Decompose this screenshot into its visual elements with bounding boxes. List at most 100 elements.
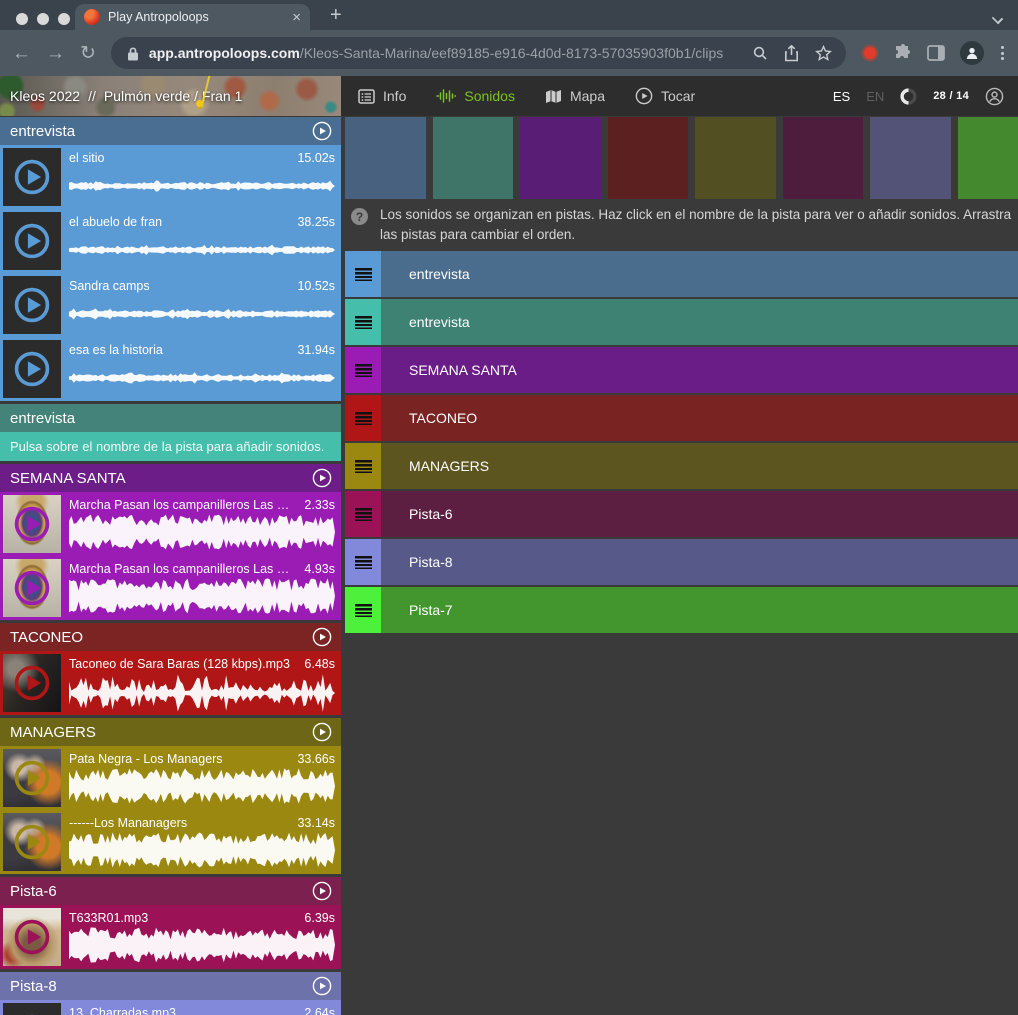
track-swatch[interactable]: [695, 117, 776, 199]
drag-handle[interactable]: [345, 539, 381, 585]
lang-es-button[interactable]: ES: [833, 89, 850, 104]
profile-avatar[interactable]: [960, 41, 984, 65]
track-row-label[interactable]: TACONEO: [381, 395, 1018, 441]
drag-handle[interactable]: [345, 251, 381, 297]
clip-play-icon[interactable]: [12, 917, 52, 957]
clip-play-icon[interactable]: [12, 221, 52, 261]
side-panel-icon[interactable]: [927, 45, 945, 61]
track-row[interactable]: entrevista: [345, 251, 1018, 297]
track-row[interactable]: Pista-8: [345, 539, 1018, 585]
track-header[interactable]: TACONEO: [0, 623, 341, 651]
clip-body: el abuelo de fran38.25s: [64, 209, 341, 273]
track-row-label[interactable]: entrevista: [381, 299, 1018, 345]
track-swatch[interactable]: [783, 117, 864, 199]
track-header[interactable]: MANAGERS: [0, 718, 341, 746]
track-header[interactable]: entrevista: [0, 117, 341, 145]
track-header[interactable]: SEMANA SANTA: [0, 464, 341, 492]
track-play-icon[interactable]: [312, 881, 332, 901]
recording-indicator-icon[interactable]: [864, 47, 876, 59]
chevron-down-icon[interactable]: [992, 13, 1003, 24]
clip-item[interactable]: el sitio15.02s: [0, 145, 341, 209]
track-swatch[interactable]: [433, 117, 514, 199]
track-row-label[interactable]: Pista-8: [381, 539, 1018, 585]
clip-play-icon[interactable]: [12, 568, 52, 608]
clip-play-icon[interactable]: [12, 504, 52, 544]
tab-mapa[interactable]: Mapa: [545, 88, 605, 104]
track-header[interactable]: entrevista: [0, 404, 341, 432]
clip-item[interactable]: ------Los Mananagers33.14s: [0, 810, 341, 874]
track-header-label: SEMANA SANTA: [10, 470, 126, 487]
clip-play-icon[interactable]: [12, 822, 52, 862]
track-play-icon[interactable]: [312, 722, 332, 742]
clip-item[interactable]: Marcha Pasan los campanilleros Las Mejor…: [0, 492, 341, 556]
track-play-icon[interactable]: [312, 121, 332, 141]
track-row[interactable]: SEMANA SANTA: [345, 347, 1018, 393]
track-play-icon[interactable]: [312, 976, 332, 996]
track-row[interactable]: Pista-6: [345, 491, 1018, 537]
tab-tocar[interactable]: Tocar: [635, 87, 695, 105]
track-play-icon[interactable]: [312, 468, 332, 488]
drag-handle[interactable]: [345, 587, 381, 633]
clip-body: 13. Charradas.mp32.64s: [64, 1000, 341, 1015]
drag-handle[interactable]: [345, 347, 381, 393]
tab-sonidos[interactable]: Sonidos: [436, 88, 515, 104]
tab-close-icon[interactable]: ×: [292, 10, 301, 25]
track-swatch[interactable]: [608, 117, 689, 199]
account-icon[interactable]: [985, 87, 1004, 106]
share-icon[interactable]: [784, 45, 799, 62]
clip-name: el abuelo de fran: [69, 215, 289, 229]
reload-button[interactable]: ↻: [80, 44, 96, 63]
track-header[interactable]: Pista-6: [0, 877, 341, 905]
clip-item[interactable]: Pata Negra - Los Managers33.66s: [0, 746, 341, 810]
clip-item[interactable]: el abuelo de fran38.25s: [0, 209, 341, 273]
address-bar[interactable]: app.antropoloops.com/Kleos-Santa-Marina/…: [111, 37, 846, 69]
track-row-label[interactable]: SEMANA SANTA: [381, 347, 1018, 393]
track-swatch[interactable]: [520, 117, 601, 199]
track-row[interactable]: Pista-7: [345, 587, 1018, 633]
clip-play-icon[interactable]: [12, 157, 52, 197]
track-play-icon[interactable]: [312, 627, 332, 647]
drag-handle-icon: [355, 556, 372, 569]
zoom-window-button[interactable]: [58, 13, 70, 25]
track-header[interactable]: Pista-8: [0, 972, 341, 1000]
bookmark-star-icon[interactable]: [815, 45, 832, 62]
drag-handle[interactable]: [345, 443, 381, 489]
drag-handle[interactable]: [345, 395, 381, 441]
track-row-label[interactable]: Pista-7: [381, 587, 1018, 633]
drag-handle-icon: [355, 268, 372, 281]
clip-item[interactable]: Sandra camps10.52s: [0, 273, 341, 337]
clip-item[interactable]: esa es la historia31.94s: [0, 337, 341, 401]
track-swatch[interactable]: [870, 117, 951, 199]
clip-play-icon[interactable]: [12, 285, 52, 325]
clip-item[interactable]: T633R01.mp36.39s: [0, 905, 341, 969]
clip-item[interactable]: 13. Charradas.mp32.64s: [0, 1000, 341, 1015]
drag-handle[interactable]: [345, 491, 381, 537]
close-window-button[interactable]: [16, 13, 28, 25]
browser-tab[interactable]: Play Antropoloops ×: [75, 4, 310, 30]
tab-info[interactable]: Info: [358, 88, 406, 104]
lang-en-button[interactable]: EN: [866, 89, 884, 104]
clip-item[interactable]: Taconeo de Sara Baras (128 kbps).mp36.48…: [0, 651, 341, 715]
track-row[interactable]: entrevista: [345, 299, 1018, 345]
track-row-label[interactable]: MANAGERS: [381, 443, 1018, 489]
browser-menu-icon[interactable]: [999, 44, 1006, 62]
search-icon[interactable]: [752, 45, 768, 61]
extensions-puzzle-icon[interactable]: [894, 44, 912, 62]
new-tab-button[interactable]: +: [330, 4, 342, 30]
clip-play-icon[interactable]: [12, 349, 52, 389]
drag-handle[interactable]: [345, 299, 381, 345]
track-row[interactable]: TACONEO: [345, 395, 1018, 441]
track-swatch[interactable]: [345, 117, 426, 199]
track-row-label[interactable]: Pista-6: [381, 491, 1018, 537]
clip-play-icon[interactable]: [12, 663, 52, 703]
track-row-label[interactable]: entrevista: [381, 251, 1018, 297]
track-row[interactable]: MANAGERS: [345, 443, 1018, 489]
forward-button[interactable]: →: [46, 44, 65, 63]
clip-item[interactable]: Marcha Pasan los campanilleros Las Mejor…: [0, 556, 341, 620]
minimize-window-button[interactable]: [37, 13, 49, 25]
clip-play-icon[interactable]: [12, 758, 52, 798]
tab-mapa-label: Mapa: [570, 88, 605, 104]
back-button[interactable]: ←: [12, 44, 31, 63]
track-swatch[interactable]: [958, 117, 1018, 199]
clip-info: el abuelo de fran38.25s: [69, 215, 335, 229]
